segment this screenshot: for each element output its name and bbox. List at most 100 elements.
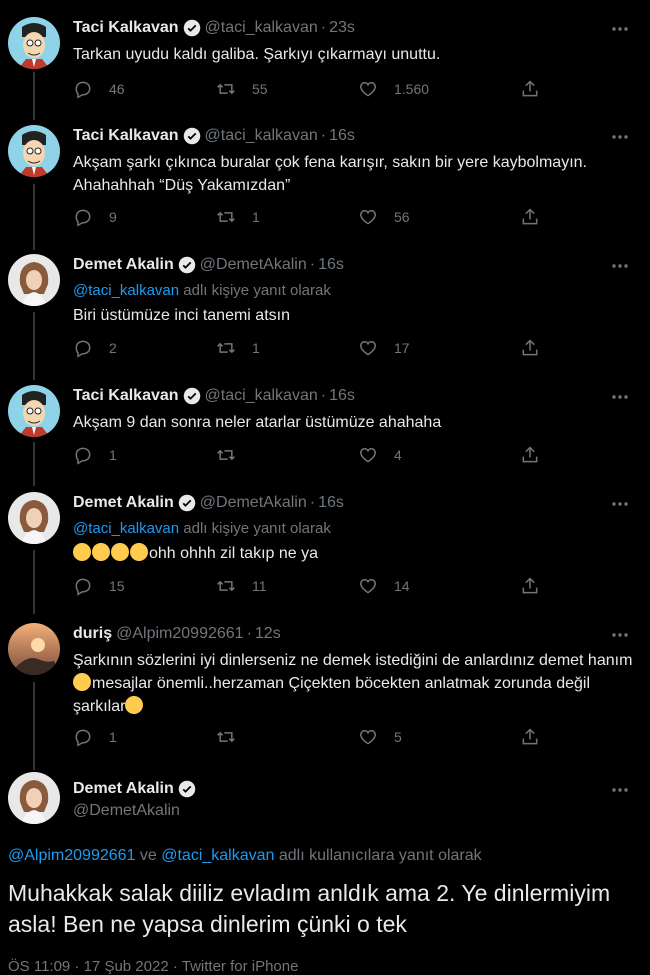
timestamp[interactable]: 16s [329,387,355,405]
reply-context: @taci_kalkavan adlı kişiye yanıt olarak [73,520,331,537]
author-name[interactable]: Taci Kalkavan [73,387,179,405]
reply-count: 1 [109,729,117,745]
reply-button[interactable]: 46 [73,79,125,99]
tweet[interactable]: duriş @Alpim20992661 · 12s Şarkının sözl… [0,623,650,753]
mention-link[interactable]: @taci_kalkavan [161,847,274,864]
main-tweet: Demet Akalin @DemetAkalin @Alpim20992661… [0,772,650,975]
reply-icon [75,81,91,99]
verified-badge-icon [183,387,201,405]
more-icon[interactable] [610,256,630,281]
reply-count: 1 [109,447,117,463]
author-handle[interactable]: @taci_kalkavan [205,387,318,405]
reply-count: 9 [109,209,117,225]
avatar-woman[interactable] [8,254,60,306]
author-handle[interactable]: @Alpim20992661 [116,625,243,643]
like-count: 5 [394,729,402,745]
share-icon [522,208,538,225]
grimacing-emoji-icon [111,543,129,561]
tweet-actions: 2 1 17 [73,338,543,362]
more-icon[interactable] [610,19,630,44]
reply-context: @taci_kalkavan adlı kişiye yanıt olarak [73,282,331,299]
tweet-actions: 46 55 1.560 [73,79,543,103]
share-button[interactable] [520,79,540,99]
share-button[interactable] [520,207,540,227]
avatar-woman[interactable] [8,492,60,544]
author-name[interactable]: duriş [73,625,112,643]
reply-button[interactable]: 1 [73,727,117,747]
tweet[interactable]: Taci Kalkavan @taci_kalkavan · 23s Tarka… [0,17,650,117]
timestamp[interactable]: 16s [318,256,344,274]
verified-badge-icon [183,127,201,145]
thinking-emoji-icon [73,673,91,691]
author-name[interactable]: Demet Akalin [73,780,174,798]
author-name[interactable]: Taci Kalkavan [73,19,179,37]
retweet-button[interactable] [216,727,252,747]
retweet-button[interactable]: 55 [216,79,268,99]
avatar-cartoon[interactable] [8,385,60,437]
more-icon[interactable] [610,625,630,650]
share-button[interactable] [520,576,540,596]
like-count: 1.560 [394,81,430,97]
author-handle[interactable]: @taci_kalkavan [205,19,318,37]
author-name[interactable]: Taci Kalkavan [73,127,179,145]
retweet-icon [217,731,235,743]
mention-link[interactable]: @Alpim20992661 [8,847,135,864]
more-icon[interactable] [610,780,630,805]
verified-badge-icon [178,780,196,798]
tweet-actions: 1 4 [73,445,543,469]
share-button[interactable] [520,727,540,747]
more-icon[interactable] [610,387,630,412]
retweet-button[interactable]: 11 [216,576,267,596]
reply-button[interactable]: 9 [73,207,117,227]
verified-badge-icon [178,494,196,512]
reply-button[interactable]: 1 [73,445,117,465]
main-tweet-text: Muhakkak salak diiliz evladım anldık ama… [8,880,611,937]
avatar-woman[interactable] [8,772,60,824]
mention-link[interactable]: @taci_kalkavan [73,520,179,537]
timestamp[interactable]: 23s [329,19,355,37]
like-count: 56 [394,209,410,225]
retweet-icon [217,580,235,592]
author-handle[interactable]: @DemetAkalin [200,256,307,274]
retweet-button[interactable]: 1 [216,207,260,227]
like-button[interactable]: 56 [358,207,410,227]
avatar-sunset[interactable] [8,623,60,675]
tweet[interactable]: Demet Akalin @DemetAkalin · 16s @taci_ka… [0,254,650,374]
tweet[interactable]: Taci Kalkavan @taci_kalkavan · 16s Akşam… [0,385,650,480]
reply-button[interactable]: 2 [73,338,117,358]
tweet[interactable]: Demet Akalin @DemetAkalin · 16s @taci_ka… [0,492,650,612]
reply-button[interactable]: 15 [73,576,125,596]
retweet-button[interactable]: 1 [216,338,260,358]
tweet-text: Akşam şarkı çıkınca buralar çok fena kar… [73,154,587,194]
author-handle[interactable]: @DemetAkalin [200,494,307,512]
heart-icon [360,81,376,97]
avatar-cartoon[interactable] [8,125,60,177]
avatar-cartoon[interactable] [8,17,60,69]
like-button[interactable]: 1.560 [358,79,429,99]
reply-icon [75,729,91,747]
like-button[interactable]: 4 [358,445,402,465]
reply-icon [75,209,91,227]
reply-count: 15 [109,578,125,594]
grimacing-emoji-icon [92,543,110,561]
author-handle[interactable]: @DemetAkalin [73,802,180,820]
timestamp[interactable]: 16s [318,494,344,512]
tweet-text: ohh ohhh zil takıp ne ya [73,542,633,565]
author-handle[interactable]: @taci_kalkavan [205,127,318,145]
author-name[interactable]: Demet Akalin [73,256,174,274]
mention-link[interactable]: @taci_kalkavan [73,282,179,299]
timestamp[interactable]: 16s [329,127,355,145]
tweet[interactable]: Taci Kalkavan @taci_kalkavan · 16s Akşam… [0,125,650,245]
more-icon[interactable] [610,494,630,519]
like-button[interactable]: 17 [358,338,410,358]
more-icon[interactable] [610,127,630,152]
share-button[interactable] [520,445,540,465]
like-button[interactable]: 14 [358,576,410,596]
like-button[interactable]: 5 [358,727,402,747]
tweet-text: Tarkan uyudu kaldı galiba. Şarkıyı çıkar… [73,46,441,63]
timestamp[interactable]: 12s [255,625,281,643]
author-name[interactable]: Demet Akalin [73,494,174,512]
reply-count: 2 [109,340,117,356]
retweet-button[interactable] [216,445,252,465]
share-button[interactable] [520,338,540,358]
